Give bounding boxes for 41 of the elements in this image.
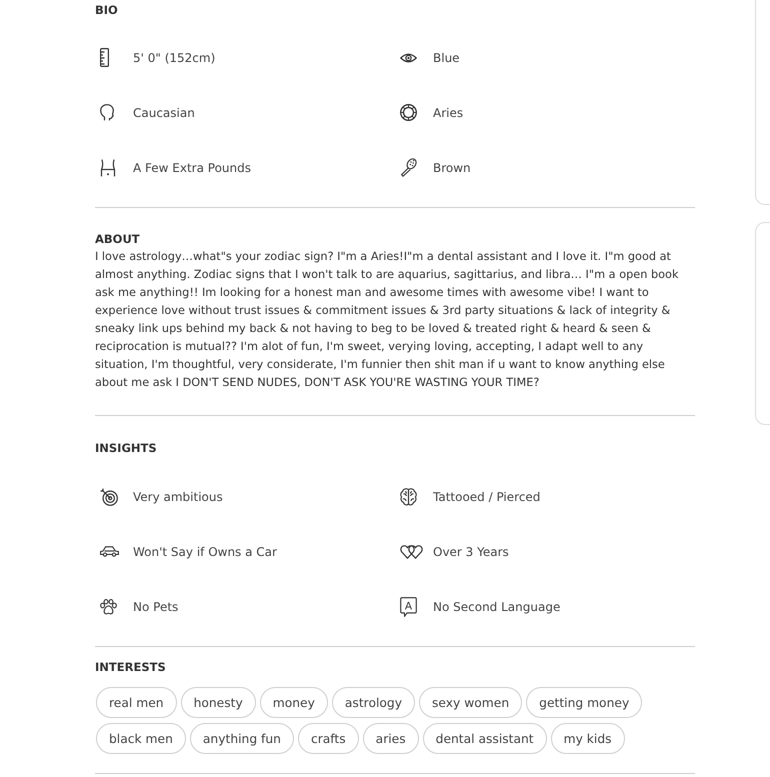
interest-tag: getting money [526,687,642,718]
bio-detail: 5' 0" (152cm) [133,50,216,64]
interest-tag: dental assistant [422,723,547,754]
interest-tag: anything fun [190,723,294,754]
insight-detail: Won't Say if Owns a Car [133,544,277,558]
interest-tag: aries [362,723,419,754]
zodiac-wheel-icon [400,104,417,121]
ruler-icon [100,48,109,67]
car-icon [100,546,119,557]
interest-tag: my kids [550,723,625,754]
eye-icon [400,52,417,62]
insight-detail: Tattooed / Pierced [433,490,540,504]
brain-icon [400,488,417,506]
bio-detail: Blue [433,50,460,64]
waist-icon [100,158,116,176]
about-text: I love astrology…what"s your zodiac sign? I"m a Aries!I"m a dental assistant and I love it. I"m good at almost anything. Zodiac signs that I won't talk to are aquarius, sagittarius, and libra… I"m a open book ask me anything!! Im looking for a honest man and awesome times with awesome vibe! I want to experience love without trust issues & commitment issues & 3rd party situations & lack of integrity & sneaky link ups behind my back & not having to beg to be loved & treated right & heard & seen & reciprocation is mutual?? I'm alot of fun, I'm sweet, verying loving, accepting, I adapt well to any situation, I'm thoughtful, very considerate, I'm funnier then shit man if u want to know anything else about me ask I DON'T SEND NUDES, DON'T ASK YOU'RE WASTING YOUR TIME? [95,249,680,391]
interest-tag: black men [96,723,186,754]
insight-detail: No Second Language [433,600,560,614]
paw-icon [100,598,117,614]
bio-detail: A Few Extra Pounds [133,160,252,174]
bio-detail: Aries [433,106,464,120]
interest-tag: astrology [332,687,415,718]
insight-detail: Very ambitious [133,490,223,504]
section-title: INTERESTS [95,660,167,674]
interest-tag: money [260,687,328,718]
section-title: INSIGHTS [95,441,158,455]
bio-detail: Caucasian [133,106,195,120]
hairbrush-icon [400,158,417,177]
interest-tag: crafts [298,723,359,754]
insight-detail: No Pets [133,600,178,614]
language-icon: A [400,596,417,616]
section-title: BIO [95,3,119,17]
interest-tag: sexy women [419,687,522,718]
insight-detail: Over 3 Years [433,544,509,558]
section-title: ABOUT [95,232,141,246]
interest-tag: real men [96,687,177,718]
target-icon [100,488,118,506]
two-hearts-icon [400,544,423,558]
interest-tag: honesty [180,687,256,718]
bio-detail: Brown [433,160,471,174]
head-icon [100,104,114,121]
